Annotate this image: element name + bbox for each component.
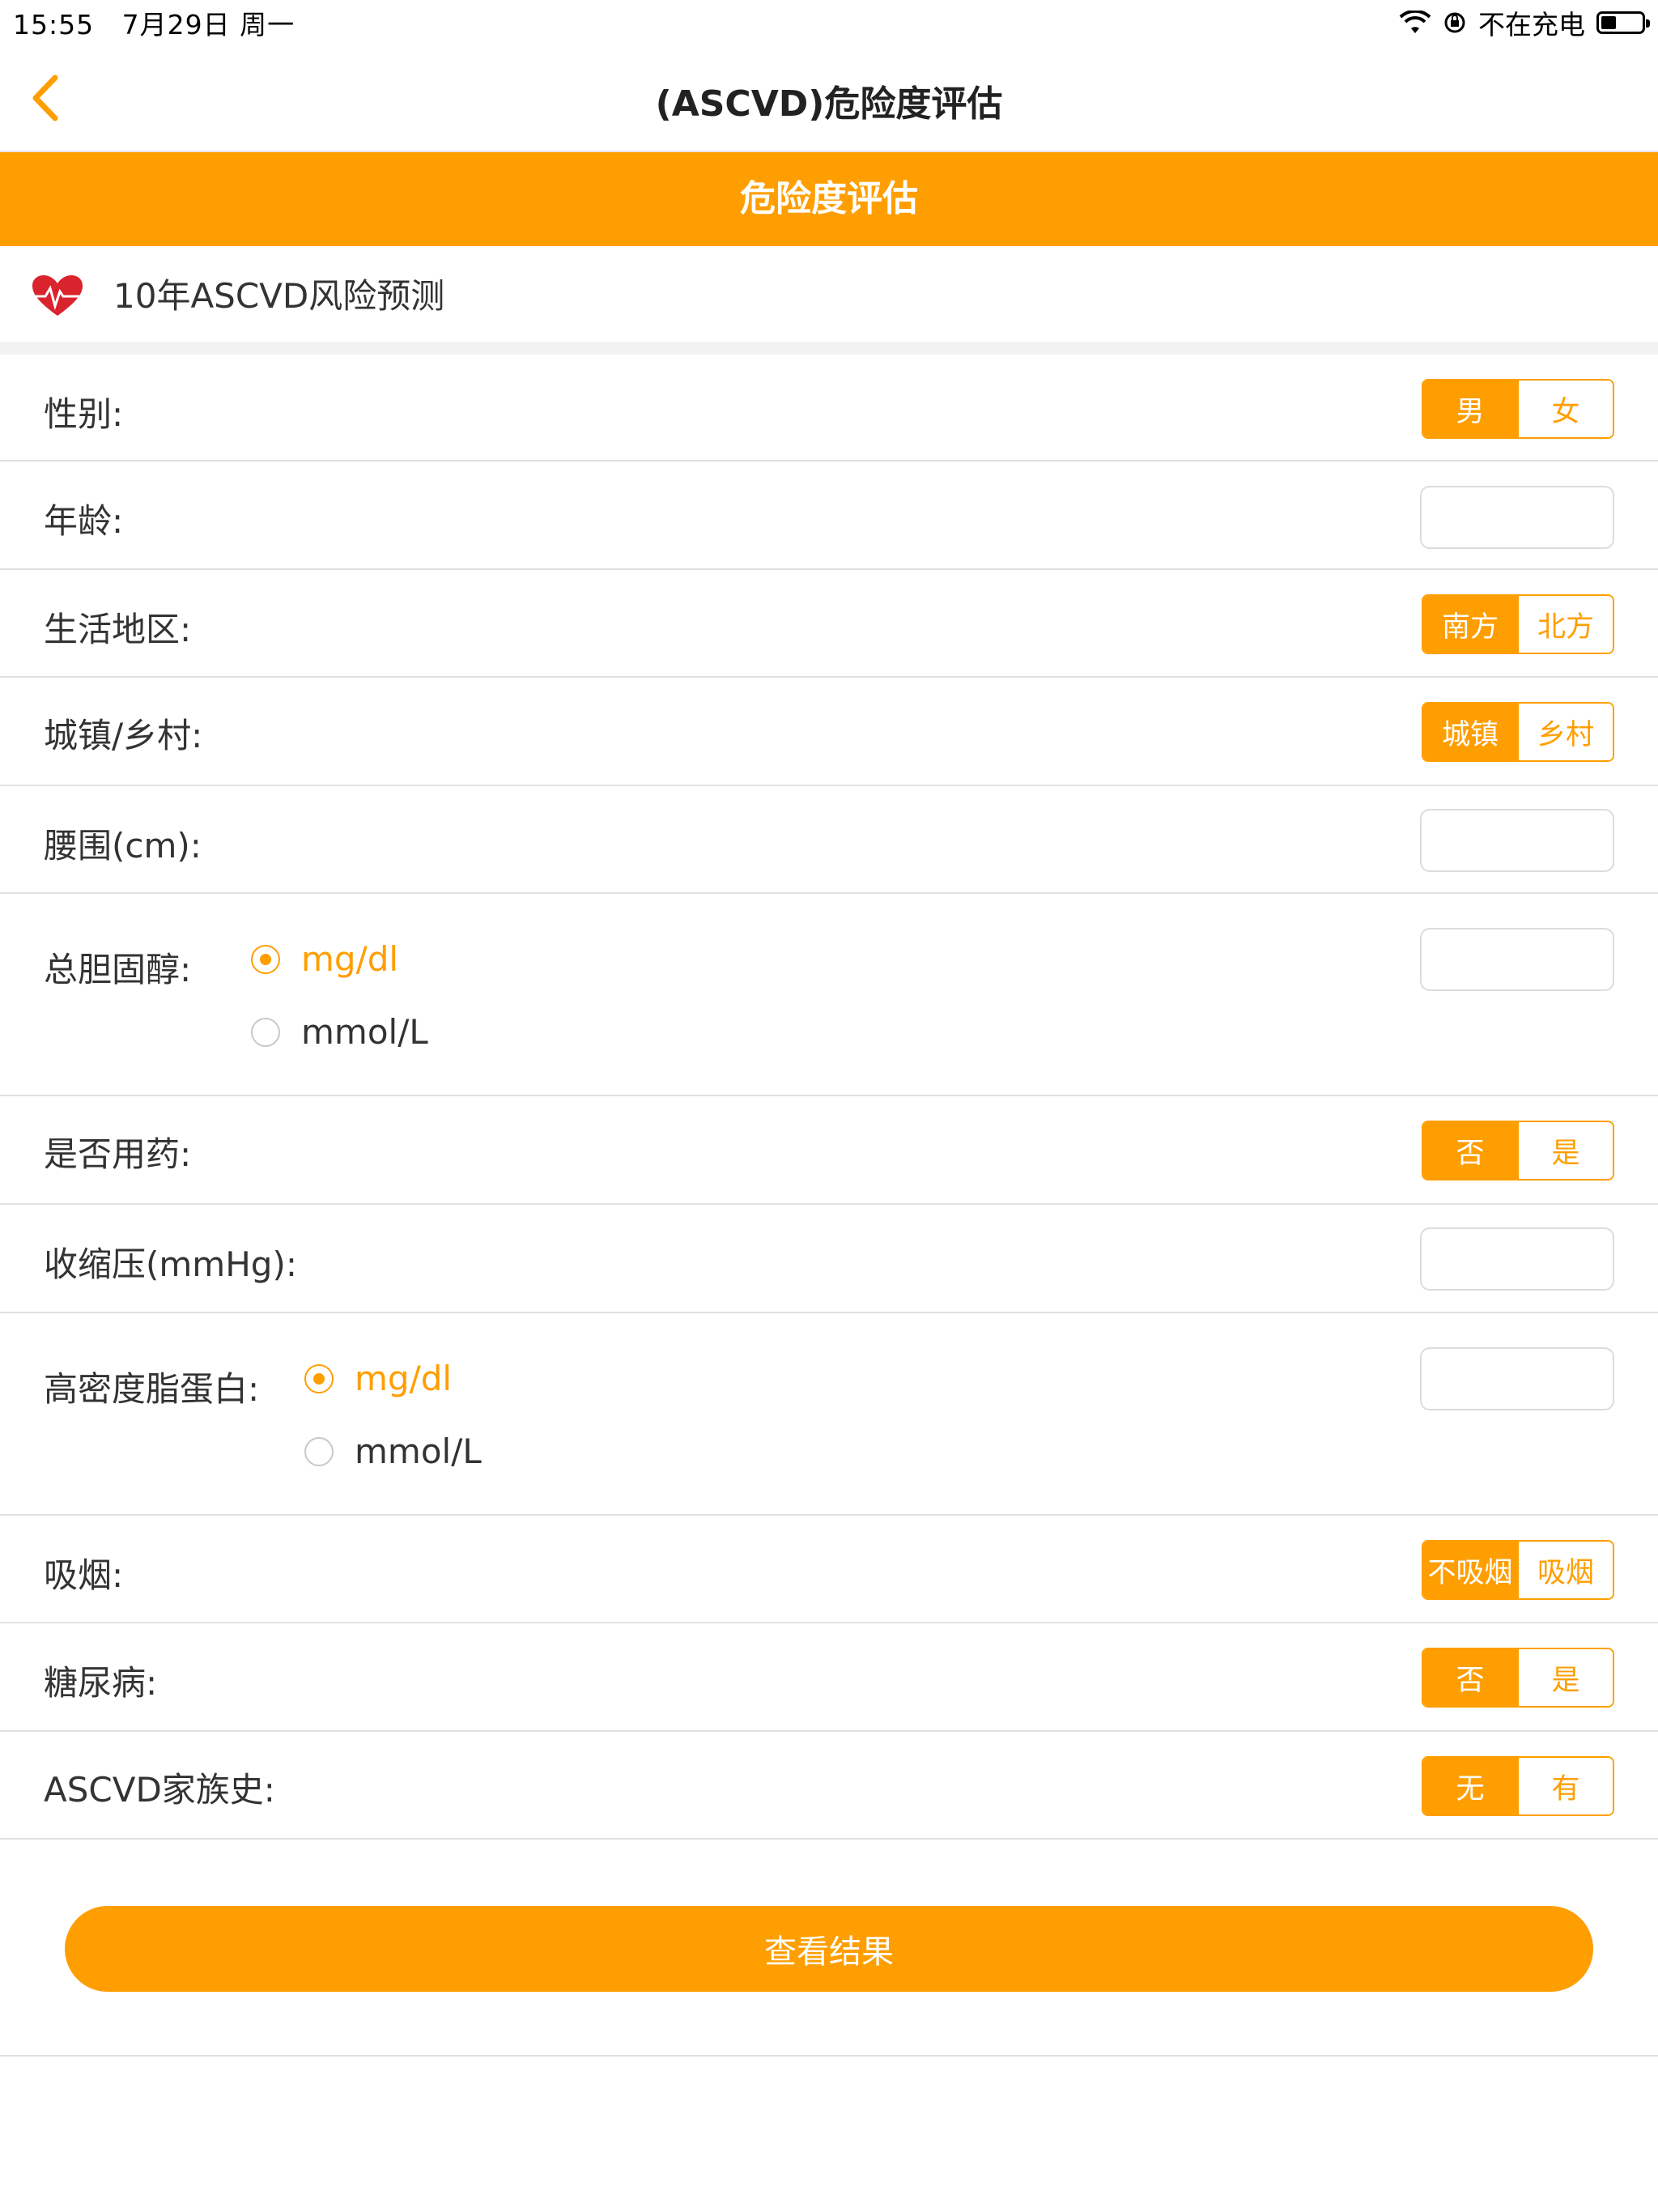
diabetes-segmented-control: 否 是 — [1422, 1648, 1614, 1708]
row-smoking: 吸烟: 不吸烟 吸烟 — [0, 1516, 1658, 1623]
urban-label: 城镇/乡村: — [44, 716, 203, 755]
status-date: 7月29日 周一 — [121, 9, 295, 40]
hdl-input[interactable] — [1420, 1347, 1614, 1410]
cholesterol-unit-mgdl-label: mg/dl — [301, 939, 399, 979]
family-history-option-none[interactable]: 无 — [1423, 1758, 1517, 1814]
row-family-history: ASCVD家族史: 无 有 — [0, 1732, 1658, 1840]
section-header: 10年ASCVD风险预测 — [0, 246, 1658, 355]
assessment-form: 性别: 男 女 年龄: 生活地区: 南方 北方 城镇/乡村: 城镇 乡村 腰围(… — [0, 353, 1658, 1840]
radio-selected-icon — [304, 1363, 334, 1393]
page-title: (ASCVD)危险度评估 — [655, 83, 1003, 125]
row-region: 生活地区: 南方 北方 — [0, 570, 1658, 678]
smoking-option-smoker[interactable]: 吸烟 — [1517, 1542, 1613, 1598]
hdl-label: 高密度脂蛋白: — [44, 1369, 260, 1409]
battery-icon — [1596, 11, 1650, 34]
wifi-icon — [1399, 11, 1431, 33]
row-cholesterol: 总胆固醇: mg/dl mmol/L — [0, 894, 1658, 1096]
cholesterol-label: 总胆固醇: — [44, 950, 192, 989]
waist-label: 腰围(cm): — [44, 826, 202, 866]
row-urban-rural: 城镇/乡村: 城镇 乡村 — [0, 678, 1658, 786]
family-history-segmented-control: 无 有 — [1422, 1756, 1614, 1816]
row-hdl: 高密度脂蛋白: mg/dl mmol/L — [0, 1313, 1658, 1516]
medication-option-no[interactable]: 否 — [1423, 1122, 1517, 1179]
row-diabetes: 糖尿病: 否 是 — [0, 1623, 1658, 1732]
region-label: 生活地区: — [44, 610, 192, 649]
charging-status: 不在充电 — [1478, 9, 1585, 40]
navigation-bar: (ASCVD)危险度评估 — [0, 45, 1658, 152]
cholesterol-unit-mmol-label: mmol/L — [301, 1012, 428, 1052]
waist-input[interactable] — [1420, 809, 1614, 872]
age-label: 年龄: — [44, 501, 124, 541]
view-results-button[interactable]: 查看结果 — [65, 1906, 1593, 1992]
gender-segmented-control: 男 女 — [1422, 379, 1614, 439]
urban-option-town[interactable]: 城镇 — [1423, 704, 1517, 760]
gender-option-female[interactable]: 女 — [1517, 381, 1613, 437]
radio-selected-icon — [251, 944, 280, 974]
submit-area: 查看结果 — [0, 1840, 1658, 2057]
medication-label: 是否用药: — [44, 1134, 192, 1174]
smoking-segmented-control: 不吸烟 吸烟 — [1422, 1540, 1614, 1600]
orientation-lock-icon — [1444, 12, 1465, 33]
region-segmented-control: 南方 北方 — [1422, 594, 1614, 654]
hdl-unit-mgdl-radio[interactable]: mg/dl — [304, 1359, 452, 1398]
section-title: 10年ASCVD风险预测 — [113, 276, 445, 316]
diabetes-label: 糖尿病: — [44, 1663, 158, 1703]
status-time: 15:55 — [13, 9, 95, 40]
status-time-date: 15:55 7月29日 周一 — [13, 3, 295, 42]
cholesterol-input[interactable] — [1420, 928, 1614, 991]
row-age: 年龄: — [0, 462, 1658, 570]
family-history-label: ASCVD家族史: — [44, 1770, 275, 1810]
row-systolic: 收缩压(mmHg): — [0, 1205, 1658, 1313]
smoking-label: 吸烟: — [44, 1555, 124, 1595]
hdl-unit-mgdl-label: mg/dl — [355, 1359, 453, 1398]
radio-unselected-icon — [251, 1017, 280, 1047]
region-option-south[interactable]: 南方 — [1423, 596, 1517, 653]
section-banner: 危险度评估 — [0, 152, 1658, 246]
diabetes-option-no[interactable]: 否 — [1423, 1649, 1517, 1706]
hdl-unit-mmol-label: mmol/L — [355, 1431, 482, 1471]
urban-segmented-control: 城镇 乡村 — [1422, 702, 1614, 762]
family-history-option-has[interactable]: 有 — [1517, 1758, 1613, 1814]
gender-label: 性别: — [44, 394, 124, 434]
heart-pulse-icon — [29, 275, 86, 316]
region-option-north[interactable]: 北方 — [1517, 596, 1613, 653]
diabetes-option-yes[interactable]: 是 — [1517, 1649, 1613, 1706]
systolic-label: 收缩压(mmHg): — [44, 1244, 297, 1284]
urban-option-village[interactable]: 乡村 — [1517, 704, 1613, 760]
status-right: 不在充电 — [1399, 3, 1650, 42]
row-medication: 是否用药: 否 是 — [0, 1096, 1658, 1205]
medication-segmented-control: 否 是 — [1422, 1121, 1614, 1180]
hdl-unit-mmol-radio[interactable]: mmol/L — [304, 1431, 482, 1471]
smoking-option-nonsmoker[interactable]: 不吸烟 — [1423, 1542, 1517, 1598]
radio-unselected-icon — [304, 1436, 334, 1466]
row-gender: 性别: 男 女 — [0, 353, 1658, 462]
age-input[interactable] — [1420, 486, 1614, 549]
gender-option-male[interactable]: 男 — [1423, 381, 1517, 437]
cholesterol-unit-mmol-radio[interactable]: mmol/L — [251, 1012, 428, 1052]
medication-option-yes[interactable]: 是 — [1517, 1122, 1613, 1179]
systolic-input[interactable] — [1420, 1227, 1614, 1291]
cholesterol-unit-mgdl-radio[interactable]: mg/dl — [251, 939, 398, 979]
status-bar: 15:55 7月29日 周一 不在充电 — [0, 0, 1658, 45]
row-waist: 腰围(cm): — [0, 786, 1658, 894]
